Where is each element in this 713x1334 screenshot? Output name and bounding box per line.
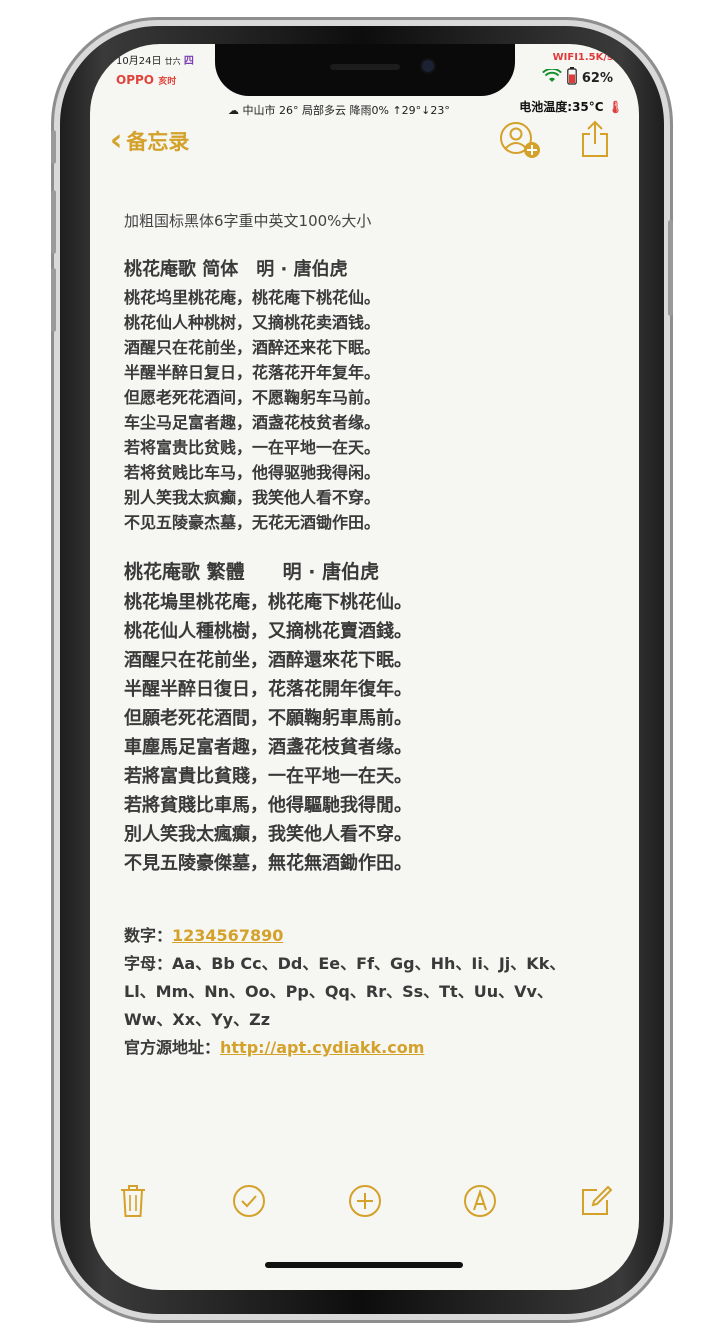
poem-line: 若將貧賤比車馬，他得驅馳我得閒。	[124, 795, 412, 816]
screen: 10月24日 廿六 四 OPPO 亥时 WIFI1.5K/s 62% ☁ 中山市…	[90, 44, 639, 1290]
poem-line: 酒醒只在花前坐，酒醉还来花下眠。	[124, 338, 381, 357]
poem-line: 若将富贵比贫贱，一在平地一在天。	[124, 438, 381, 457]
poem-line: 桃花仙人種桃樹，又摘桃花賣酒錢。	[124, 621, 412, 642]
poem-line: 车尘马足富者趣，酒盏花枝贫者缘。	[124, 413, 381, 432]
battery-temperature: 电池温度:35°C 🌡	[519, 98, 623, 115]
note-extra: 数字：1234567890 字母：Aa、Bb Cc、Dd、Ee、Ff、Gg、Hh…	[124, 922, 614, 1062]
battery-icon	[567, 67, 577, 89]
share-button[interactable]	[580, 120, 610, 162]
thermometer-icon: 🌡	[607, 100, 623, 114]
poem-line: 不见五陵豪杰墓，无花无酒锄作田。	[124, 513, 381, 532]
letters-line-2: Ll、Mm、Nn、Oo、Pp、Qq、Rr、Ss、Tt、Uu、Vv、	[124, 982, 553, 1001]
source-row: 官方源地址：http://apt.cydiakk.com	[124, 1034, 614, 1062]
rain-text: 降雨0% ↑29°↓23°	[349, 104, 450, 117]
markup-button[interactable]	[461, 1184, 499, 1222]
poem-traditional-title: 桃花庵歌 繁體 明 · 唐伯虎	[124, 561, 380, 583]
navigation-bar: ‹ 备忘录	[90, 120, 639, 160]
delete-button[interactable]	[114, 1184, 152, 1222]
battery-temperature-text: 电池温度:35°C	[519, 100, 604, 114]
network-speed: WIFI1.5K/s	[552, 52, 613, 63]
digits-label: 数字：	[124, 926, 173, 945]
poem-line: 若將富貴比貧賤，一在平地一在天。	[124, 766, 412, 787]
digits-link[interactable]: 1234567890	[172, 926, 283, 945]
checklist-button[interactable]	[230, 1184, 268, 1222]
status-date: 10月24日	[116, 56, 162, 67]
letters-line-3: Ww、Xx、Yy、Zz	[124, 1010, 271, 1029]
poem-line: 別人笑我太瘋癲，我笑他人看不穿。	[124, 824, 412, 845]
poem-line: 半醒半醉日复日，花落花开年复年。	[124, 363, 381, 382]
trash-icon	[119, 1184, 147, 1222]
wifi-icon	[541, 67, 562, 87]
brand-logo: OPPO	[116, 73, 154, 87]
poem-line: 酒醒只在花前坐，酒醉還來花下眠。	[124, 650, 412, 671]
home-indicator[interactable]	[265, 1262, 463, 1268]
mute-switch	[51, 130, 56, 164]
weather-widget: ☁ 中山市 26° 局部多云 降雨0% ↑29°↓23°	[228, 102, 450, 118]
power-button	[668, 220, 673, 316]
person-plus-icon	[498, 122, 544, 164]
letters-row: 字母：Aa、Bb Cc、Dd、Ee、Ff、Gg、Hh、Ii、Jj、Kk、	[124, 950, 614, 978]
back-button[interactable]: ‹ 备忘录	[110, 126, 189, 156]
digits-row: 数字：1234567890	[124, 922, 614, 950]
source-link[interactable]: http://apt.cydiakk.com	[220, 1038, 424, 1057]
poem-line: 桃花塢里桃花庵，桃花庵下桃花仙。	[124, 592, 412, 613]
share-icon	[580, 120, 610, 162]
checkmark-circle-icon	[232, 1184, 266, 1222]
poem-line: 别人笑我太疯癫，我笑他人看不穿。	[124, 488, 381, 507]
bottom-toolbar	[90, 1184, 639, 1222]
status-weekday-small: 廿六	[164, 57, 181, 66]
poem-line: 車塵馬足富者趣，酒盞花枝貧者缘。	[124, 737, 412, 758]
cloud-icon: ☁	[228, 104, 239, 117]
poem-line: 桃花坞里桃花庵，桃花庵下桃花仙。	[124, 288, 381, 307]
status-left: 10月24日 廿六 四 OPPO 亥时	[116, 52, 194, 87]
status-weekday: 四	[183, 56, 194, 67]
status-right: WIFI1.5K/s 62%	[541, 52, 613, 89]
front-camera	[420, 58, 436, 74]
poem-line: 桃花仙人种桃树，又摘桃花卖酒钱。	[124, 313, 381, 332]
poem-simplified: 桃花庵歌 简体 明 · 唐伯虎 桃花坞里桃花庵，桃花庵下桃花仙。 桃花仙人种桃树…	[124, 255, 614, 535]
poem-line: 但愿老死花酒间，不愿鞠躬车马前。	[124, 388, 381, 407]
poem-line: 半醒半醉日復日，花落花開年復年。	[124, 679, 412, 700]
plus-circle-icon	[348, 1184, 382, 1222]
source-label: 官方源地址：	[124, 1038, 221, 1057]
volume-down-button	[51, 268, 56, 332]
note-meta-line: 加粗国标黑体6字重中英文100%大小	[124, 212, 372, 230]
poem-line: 若将贫贱比车马，他得驱驰我得闲。	[124, 463, 381, 482]
poem-line: 但願老死花酒間，不願鞠躬車馬前。	[124, 708, 412, 729]
pen-tip-circle-icon	[463, 1184, 497, 1222]
compose-icon	[579, 1184, 613, 1222]
notch	[215, 44, 515, 96]
note-content[interactable]: 加粗国标黑体6字重中英文100%大小 桃花庵歌 简体 明 · 唐伯虎 桃花坞里桃…	[124, 210, 614, 1062]
letters-line-1: Aa、Bb Cc、Dd、Ee、Ff、Gg、Hh、Ii、Jj、Kk、	[172, 954, 566, 973]
add-button[interactable]	[346, 1184, 384, 1222]
weather-text: 中山市 26° 局部多云	[242, 104, 347, 117]
add-person-button[interactable]	[498, 120, 544, 164]
status-hour: 亥时	[158, 77, 177, 87]
letters-label: 字母：	[124, 954, 173, 973]
chevron-left-icon: ‹	[110, 123, 123, 158]
back-label: 备忘录	[126, 130, 190, 154]
poem-traditional: 桃花庵歌 繁體 明 · 唐伯虎 桃花塢里桃花庵，桃花庵下桃花仙。 桃花仙人種桃樹…	[124, 557, 614, 878]
volume-up-button	[51, 190, 56, 254]
compose-button[interactable]	[577, 1184, 615, 1222]
speaker	[330, 64, 400, 70]
poem-line: 不見五陵豪傑墓，無花無酒鋤作田。	[124, 853, 412, 874]
poem-simplified-title: 桃花庵歌 简体 明 · 唐伯虎	[124, 259, 348, 280]
battery-percent: 62%	[581, 70, 613, 86]
